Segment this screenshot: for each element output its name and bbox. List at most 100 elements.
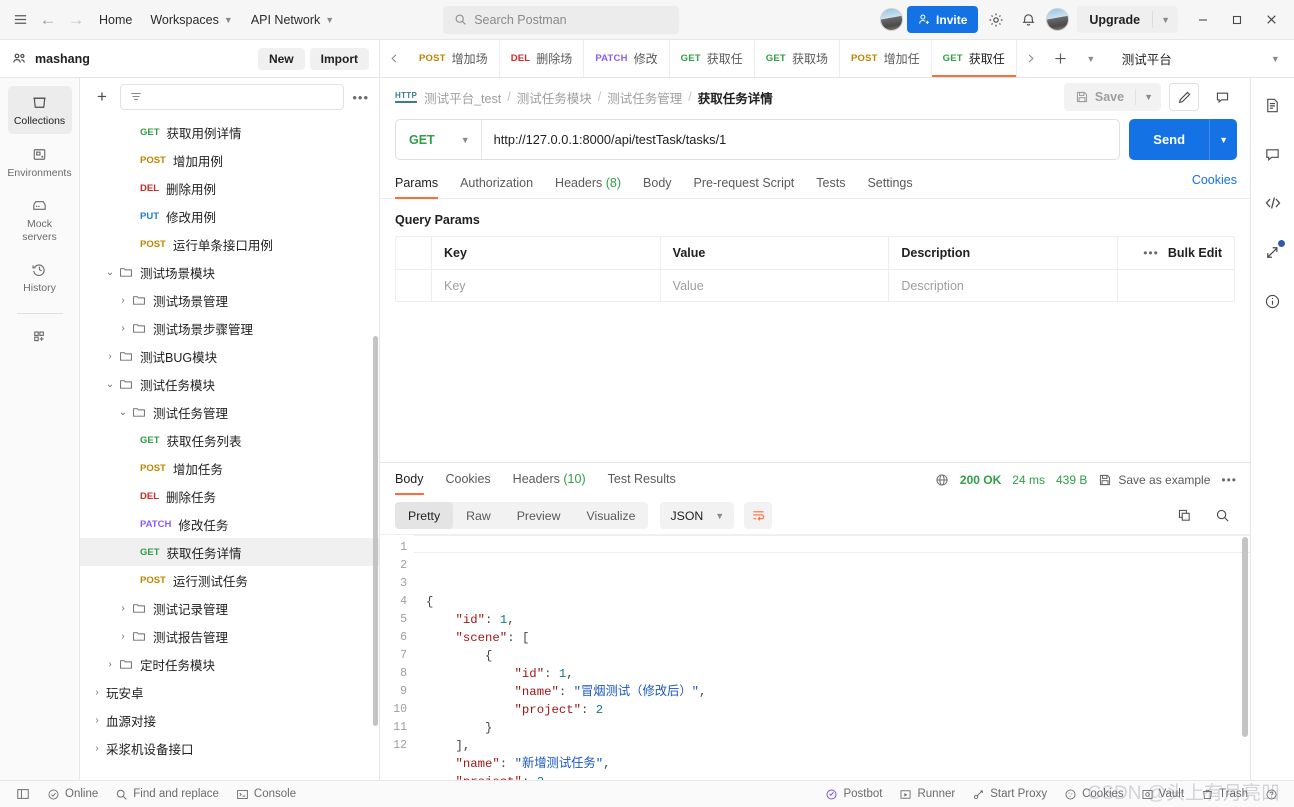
tree-request-item[interactable]: GET 获取用例详情 <box>80 118 379 146</box>
save-as-example-button[interactable]: Save as example <box>1098 473 1210 487</box>
chevron-right-icon[interactable]: › <box>88 715 106 726</box>
tree-folder-item[interactable]: ⌄ 测试场景模块 <box>80 258 379 286</box>
request-tab[interactable]: PATCH 修改 <box>584 40 670 77</box>
tabs-scroll-left-button[interactable] <box>380 40 408 77</box>
request-section-tab[interactable]: Pre-request Script <box>694 170 795 198</box>
param-value-input[interactable]: Value <box>661 270 890 301</box>
response-more-button[interactable]: ••• <box>1221 473 1237 487</box>
response-section-tab[interactable]: Cookies <box>446 466 491 494</box>
find-and-replace-button[interactable]: Find and replace <box>108 785 226 804</box>
import-button[interactable]: Import <box>309 47 369 70</box>
chevron-right-icon[interactable]: › <box>114 295 132 306</box>
save-options-button[interactable]: ▼ <box>1135 89 1161 105</box>
breadcrumb-item[interactable]: 测试任务模块 <box>517 88 592 107</box>
request-section-tab[interactable]: Settings <box>867 170 912 198</box>
body-scrollbar[interactable] <box>1242 537 1248 737</box>
chevron-right-icon[interactable]: › <box>114 631 132 642</box>
tree-folder-item[interactable]: ⌄ 测试任务管理 <box>80 398 379 426</box>
runner-button[interactable]: Runner <box>892 785 962 804</box>
send-button[interactable]: Send <box>1129 119 1210 160</box>
param-key-input[interactable]: Key <box>432 270 661 301</box>
postbot-button[interactable]: Postbot <box>818 785 889 804</box>
comment-button[interactable] <box>1207 83 1237 111</box>
comments-button[interactable] <box>1258 139 1288 169</box>
tree-folder-item[interactable]: ⌄ 测试任务模块 <box>80 370 379 398</box>
sidebar-filter-input[interactable] <box>120 84 345 110</box>
breadcrumb-item[interactable]: 测试平台_test <box>424 88 501 107</box>
search-body-button[interactable] <box>1207 502 1237 530</box>
save-button[interactable]: Save <box>1064 90 1135 104</box>
send-options-button[interactable]: ▼ <box>1209 119 1237 160</box>
tree-request-item[interactable]: GET 获取任务详情 <box>80 538 379 566</box>
fork-sync-button[interactable] <box>1258 237 1288 267</box>
cookies-link[interactable]: Cookies <box>1192 173 1237 195</box>
tree-folder-item[interactable]: › 测试BUG模块 <box>80 342 379 370</box>
response-body-code[interactable]: { "id": 1, "scene": [ { "id": 1, "name":… <box>414 535 1250 780</box>
new-tab-button[interactable] <box>1047 51 1075 66</box>
tree-folder-item[interactable]: › 测试场景步骤管理 <box>80 314 379 342</box>
view-mode-preview[interactable]: Preview <box>504 502 574 529</box>
settings-gear-button[interactable] <box>982 6 1010 34</box>
param-description-input[interactable]: Description <box>889 270 1119 301</box>
request-tab[interactable]: POST 增加场 <box>408 40 500 77</box>
chevron-right-icon[interactable]: › <box>101 659 119 670</box>
console-button[interactable]: Console <box>229 785 303 804</box>
request-section-tab[interactable]: Body <box>643 170 672 198</box>
tabs-scroll-right-button[interactable] <box>1017 53 1045 64</box>
edit-button[interactable] <box>1169 83 1199 111</box>
chevron-right-icon[interactable]: › <box>88 743 106 754</box>
invite-button[interactable]: Invite <box>907 6 979 33</box>
close-button[interactable] <box>1256 5 1286 35</box>
view-mode-visualize[interactable]: Visualize <box>573 502 648 529</box>
api-network-menu[interactable]: API Network ▼ <box>242 8 343 32</box>
start-proxy-button[interactable]: Start Proxy <box>965 785 1054 804</box>
help-button[interactable] <box>1258 785 1285 804</box>
tree-folder-item[interactable]: › 采浆机设备接口 <box>80 734 379 762</box>
copy-button[interactable] <box>1169 502 1199 530</box>
menu-icon[interactable] <box>6 6 34 34</box>
home-link[interactable]: Home <box>90 8 141 32</box>
wrap-lines-button[interactable] <box>744 502 773 529</box>
request-tab[interactable]: GET 获取任 <box>931 40 1017 77</box>
chevron-right-icon[interactable]: › <box>114 323 132 334</box>
chevron-right-icon[interactable]: › <box>114 603 132 614</box>
maximize-button[interactable] <box>1222 5 1252 35</box>
online-status[interactable]: Online <box>40 785 105 804</box>
tree-folder-item[interactable]: › 血源对接 <box>80 706 379 734</box>
tree-folder-item[interactable]: › 定时任务模块 <box>80 650 379 678</box>
tree-folder-item[interactable]: › 测试记录管理 <box>80 594 379 622</box>
search-input[interactable]: Search Postman <box>443 5 680 34</box>
tree-folder-item[interactable]: › 测试场景管理 <box>80 286 379 314</box>
sidebar-more-button[interactable]: ••• <box>352 90 369 105</box>
avatar[interactable] <box>880 8 904 31</box>
environment-selector[interactable]: 测试平台 ▼ <box>1113 45 1289 73</box>
documentation-button[interactable] <box>1258 90 1288 120</box>
request-tab[interactable]: DEL 删除场 <box>500 40 585 77</box>
response-body-viewer[interactable]: 1 2 3 4 5 6 7 8 9 10 11 12 { "id": 1, "scene": [ { … <box>380 534 1250 780</box>
chevron-down-icon[interactable]: ⌄ <box>101 267 119 278</box>
sidebar-item-mock-servers[interactable]: Mock servers <box>8 189 72 249</box>
response-section-tab[interactable]: Body <box>395 466 424 495</box>
sidebar-scrollbar[interactable] <box>373 336 378 726</box>
tree-folder-item[interactable]: › 玩安卓 <box>80 678 379 706</box>
tree-request-item[interactable]: POST 增加任务 <box>80 454 379 482</box>
view-mode-pretty[interactable]: Pretty <box>395 502 454 529</box>
sidebar-item-environments[interactable]: Environments <box>7 138 72 186</box>
create-new-button[interactable] <box>8 320 72 352</box>
request-section-tab[interactable]: Headers (8) <box>555 170 621 198</box>
upgrade-caret-button[interactable]: ▼ <box>1152 11 1178 28</box>
request-tab[interactable]: POST 增加任 <box>840 40 932 77</box>
chevron-down-icon[interactable]: ⌄ <box>114 407 132 418</box>
toggle-sidebar-button[interactable] <box>9 784 37 804</box>
chevron-right-icon[interactable]: › <box>101 351 119 362</box>
tree-request-item[interactable]: GET 获取任务列表 <box>80 426 379 454</box>
bulk-edit-button[interactable]: Bulk Edit <box>1168 246 1222 260</box>
request-section-tab[interactable]: Authorization <box>460 170 533 198</box>
url-input[interactable]: http://127.0.0.1:8000/api/testTask/tasks… <box>482 132 1120 147</box>
chevron-down-icon[interactable]: ⌄ <box>101 379 119 390</box>
format-selector[interactable]: JSON ▼ <box>660 502 735 529</box>
response-section-tab[interactable]: Headers (10) <box>513 466 586 494</box>
forward-button[interactable]: → <box>62 6 90 34</box>
request-tab[interactable]: GET 获取任 <box>670 40 755 77</box>
tree-request-item[interactable]: POST 增加用例 <box>80 146 379 174</box>
